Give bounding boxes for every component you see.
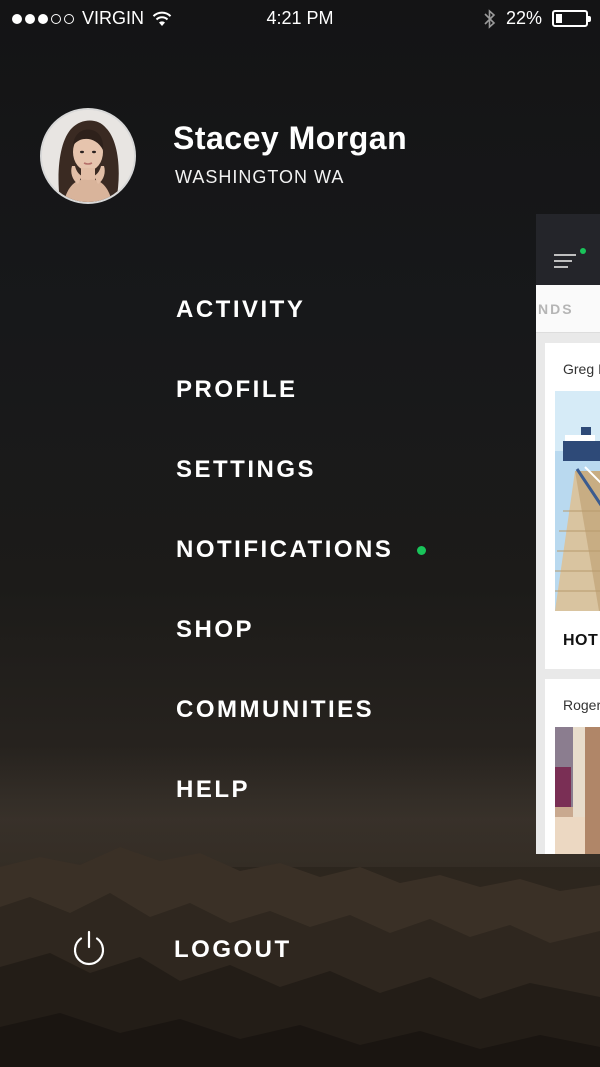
status-bar: VIRGIN 4:21 PM 22%: [0, 0, 600, 36]
menu-item-communities[interactable]: COMMUNITIES: [176, 696, 374, 724]
menu-item-label: ACTIVITY: [176, 296, 306, 323]
menu-item-label: COMMUNITIES: [176, 696, 375, 723]
main-header: [536, 214, 600, 285]
menu-item-profile[interactable]: PROFILE: [176, 376, 298, 404]
avatar[interactable]: [40, 108, 136, 204]
menu-item-label: PROFILE: [176, 376, 298, 403]
menu-item-label: HELP: [176, 776, 251, 803]
user-location: WASHINGTON WA: [175, 167, 345, 187]
logout-button[interactable]: LOGOUT: [174, 936, 292, 964]
user-name: Stacey Morgan: [173, 120, 408, 156]
card-author: Roger: [563, 697, 600, 713]
tab-strip: NDS: [536, 285, 600, 333]
menu-item-label: SHOP: [176, 616, 255, 643]
battery-icon: [552, 10, 591, 27]
logout-label: LOGOUT: [174, 936, 292, 963]
main-content-panel[interactable]: NDS Greg I HOT Roger: [536, 214, 600, 854]
menu-item-notifications[interactable]: NOTIFICATIONS: [176, 536, 427, 564]
bluetooth-icon: [484, 8, 496, 29]
menu-item-activity[interactable]: ACTIVITY: [176, 296, 305, 324]
menu-item-shop[interactable]: SHOP: [176, 616, 254, 644]
feed-card[interactable]: Greg I HOT: [545, 343, 600, 669]
tab-friends[interactable]: NDS: [538, 301, 574, 317]
menu-item-help[interactable]: HELP: [176, 776, 250, 804]
menu-indicator-dot: [580, 248, 586, 254]
card-author: Greg I: [563, 361, 600, 377]
card-image: [555, 727, 600, 854]
menu-item-label: NOTIFICATIONS: [176, 536, 394, 563]
notification-indicator-dot: [417, 545, 427, 555]
power-icon[interactable]: [70, 930, 108, 968]
battery-percent: 22%: [505, 8, 542, 28]
card-image: [555, 391, 600, 611]
menu-item-label: SETTINGS: [176, 456, 317, 483]
card-title: HOT: [563, 632, 599, 649]
background-landscape: [0, 747, 600, 1067]
hamburger-menu-icon[interactable]: [554, 254, 578, 268]
menu-item-settings[interactable]: SETTINGS: [176, 456, 316, 484]
feed-card[interactable]: Roger: [545, 679, 600, 854]
